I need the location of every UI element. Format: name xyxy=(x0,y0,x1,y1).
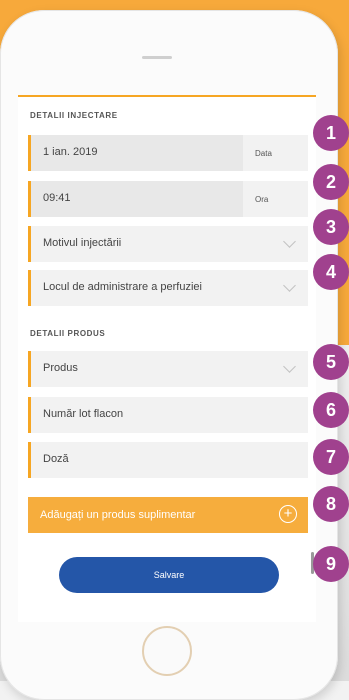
vial-lot-placeholder: Număr lot flacon xyxy=(43,408,124,420)
plus-circle-icon: + xyxy=(279,505,297,523)
time-field[interactable]: 09:41 xyxy=(28,181,243,217)
chevron-down-icon xyxy=(283,279,296,292)
home-button[interactable] xyxy=(142,626,192,676)
infusion-site-placeholder: Locul de administrare a perfuziei xyxy=(43,281,202,293)
date-label: Data xyxy=(255,149,272,158)
date-label-box: Data xyxy=(243,135,308,171)
injection-reason-placeholder: Motivul injectării xyxy=(43,237,122,249)
time-label-box: Ora xyxy=(243,181,308,217)
product-select[interactable]: Produs xyxy=(28,351,308,387)
injection-reason-select[interactable]: Motivul injectării xyxy=(28,226,308,262)
app-screen: DETALII INJECTARE 1 ian. 2019 Data 09:41… xyxy=(18,95,316,622)
date-value: 1 ian. 2019 xyxy=(43,146,98,158)
speaker-grille xyxy=(142,56,172,59)
section-title-injection: DETALII INJECTARE xyxy=(30,111,118,120)
callout-badge-2: 2 xyxy=(313,164,349,200)
callout-badge-9: 9 xyxy=(313,546,349,582)
callout-badge-3: 3 xyxy=(313,209,349,245)
add-product-label: Adăugați un produs suplimentar xyxy=(40,509,196,521)
section-title-product: DETALII PRODUS xyxy=(30,329,106,338)
callout-badge-5: 5 xyxy=(313,344,349,380)
infusion-site-select[interactable]: Locul de administrare a perfuziei xyxy=(28,270,308,306)
save-button[interactable]: Salvare xyxy=(59,557,279,593)
chevron-down-icon xyxy=(283,360,296,373)
add-product-button[interactable]: Adăugați un produs suplimentar + xyxy=(28,497,308,533)
product-placeholder: Produs xyxy=(43,362,78,374)
dose-placeholder: Doză xyxy=(43,453,69,465)
time-label: Ora xyxy=(255,195,269,204)
callout-badge-8: 8 xyxy=(313,486,349,522)
vial-lot-input[interactable]: Număr lot flacon xyxy=(28,397,308,433)
callout-badge-6: 6 xyxy=(313,392,349,428)
chevron-down-icon xyxy=(283,235,296,248)
callout-badge-7: 7 xyxy=(313,439,349,475)
date-field[interactable]: 1 ian. 2019 xyxy=(28,135,243,171)
callout-badge-1: 1 xyxy=(313,115,349,151)
time-value: 09:41 xyxy=(43,192,71,204)
phone-frame: DETALII INJECTARE 1 ian. 2019 Data 09:41… xyxy=(0,10,338,700)
dose-input[interactable]: Doză xyxy=(28,442,308,478)
callout-badge-4: 4 xyxy=(313,254,349,290)
